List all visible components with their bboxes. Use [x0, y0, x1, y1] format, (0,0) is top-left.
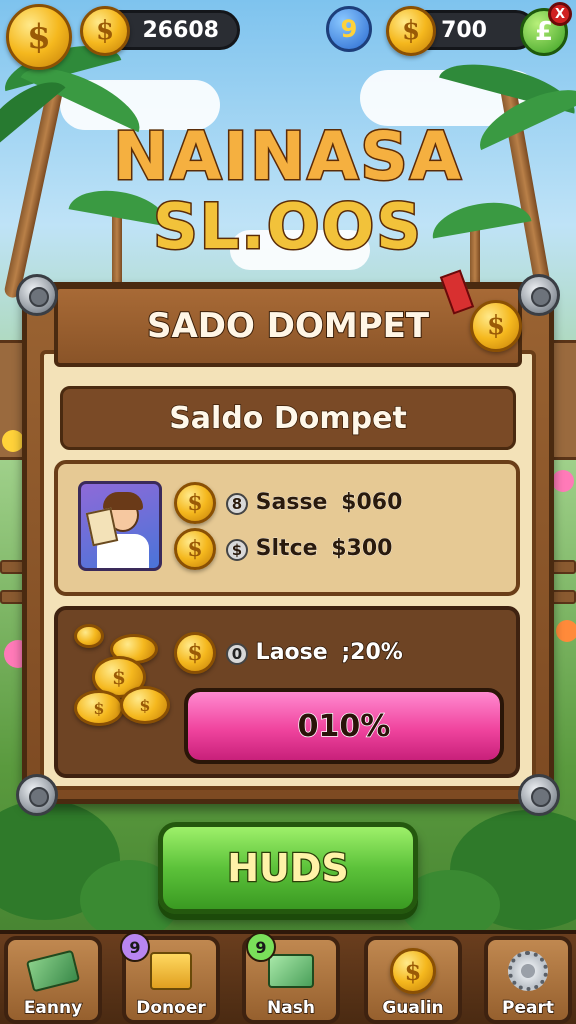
- bonus-label: Laose: [255, 639, 329, 666]
- huds-button[interactable]: HUDS: [158, 822, 418, 914]
- flower: [552, 470, 574, 492]
- coin-pile-icon: $ $ $: [74, 624, 174, 734]
- money-stack-icon: [25, 946, 81, 996]
- coin-icon: $: [174, 482, 216, 524]
- nav-badge-nash: 9: [246, 932, 276, 962]
- bolt-icon: [518, 774, 560, 816]
- coin-icon: $: [174, 528, 216, 570]
- bolt-icon: [16, 274, 58, 316]
- coin-icon: $: [386, 6, 436, 56]
- bolt-icon: [518, 274, 560, 316]
- close-icon[interactable]: X: [548, 2, 572, 26]
- coin-bag-icon: $: [385, 946, 441, 996]
- nav-label-gualin: Gualin: [382, 997, 445, 1019]
- nav-label-donoer: Donoer: [136, 997, 207, 1019]
- nav-label-nash: Nash: [266, 997, 315, 1019]
- stat-row-1-label: Sasse: [255, 490, 328, 516]
- coin-icon: [74, 624, 104, 648]
- medal-coin: $: [470, 300, 522, 352]
- game-title-line1: NAINASA: [112, 117, 463, 197]
- balance-value: 26608: [142, 17, 219, 43]
- wallet-subheader: Saldo Dompet: [60, 386, 516, 450]
- huds-button-label: HUDS: [226, 845, 350, 892]
- gear-icon: [500, 946, 556, 996]
- stat-row-2-prefix: $: [226, 539, 248, 561]
- nav-label-eanny: Eanny: [23, 997, 83, 1019]
- flower: [556, 620, 576, 642]
- coin-icon: $: [74, 690, 124, 726]
- avatar: [78, 481, 162, 571]
- nav-badge-donoer: 9: [120, 932, 150, 962]
- bonus-prefix: 0: [226, 643, 248, 665]
- stat-row-1-prefix: 8: [226, 493, 248, 515]
- progress-label: 010%: [297, 708, 391, 745]
- wallet-subheader-text: Saldo Dompet: [168, 400, 407, 437]
- coin-icon: $: [80, 6, 130, 56]
- stat-row-1-value: $060: [341, 490, 403, 516]
- coin-icon[interactable]: $: [6, 4, 72, 70]
- nav-item-peart[interactable]: Peart: [484, 936, 572, 1024]
- progress-bar: 010%: [184, 688, 504, 764]
- stat-row-2-value: $300: [331, 536, 393, 562]
- stat-row-2: $ Sltce $300: [226, 536, 393, 562]
- coin-icon: $: [120, 686, 170, 724]
- close-symbol: X: [554, 6, 566, 22]
- bonus-value: ;20%: [341, 639, 404, 666]
- nav-item-gualin[interactable]: $ Gualin: [364, 936, 462, 1024]
- nav-item-eanny[interactable]: Eanny: [4, 936, 102, 1024]
- stat-row-1: 8 Sasse $060: [226, 490, 403, 516]
- flower: [2, 430, 24, 452]
- coin-icon: $: [174, 632, 216, 674]
- bolt-icon: [16, 774, 58, 816]
- level-value: 9: [340, 15, 358, 43]
- game-title-line2: SL.OOS: [152, 189, 423, 265]
- board-header-text: SADO DOMPET: [146, 305, 430, 347]
- coins-value: 700: [441, 17, 487, 43]
- nav-label-peart: Peart: [501, 997, 554, 1019]
- stat-row-2-label: Sltce: [255, 536, 318, 562]
- level-badge-icon[interactable]: 9: [326, 6, 372, 52]
- bonus-row: 0 Laose ;20%: [226, 639, 404, 666]
- gift-box-icon: [143, 946, 199, 996]
